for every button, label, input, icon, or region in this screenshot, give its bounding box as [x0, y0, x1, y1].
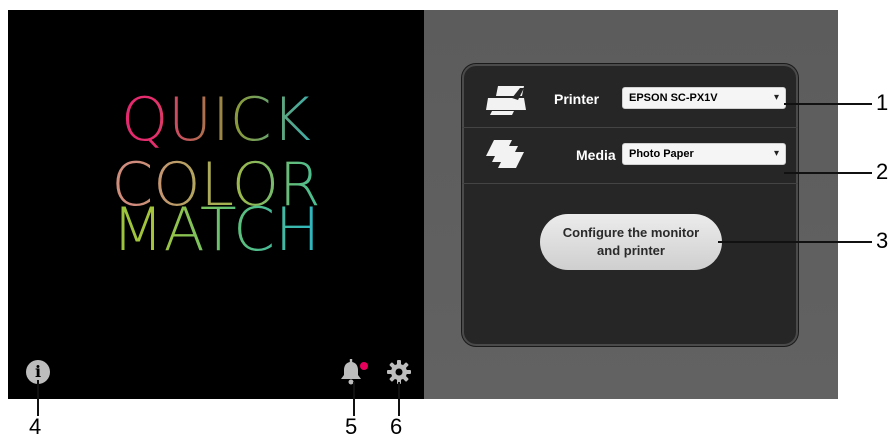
info-glyph: i: [34, 362, 42, 381]
printer-label: Printer: [554, 91, 600, 107]
callout-line-5: [353, 382, 355, 416]
media-row: Media Photo Paper ▾: [462, 128, 798, 184]
callout-number-5: 5: [345, 414, 358, 439]
callout-number-1: 1: [876, 90, 889, 115]
logo-line-quick: QUICK: [8, 90, 424, 150]
logo-line-match: MATCH: [8, 200, 424, 260]
chevron-down-icon: ▾: [773, 92, 779, 103]
printer-row: Printer EPSON SC-PX1V ▾: [462, 72, 798, 128]
callout-line-6: [398, 382, 400, 416]
configure-button-line2: and printer: [597, 243, 665, 258]
logo-panel: QUICK COLOR MATCH: [8, 10, 424, 399]
printer-icon: [486, 86, 526, 115]
media-select-value: Photo Paper: [629, 148, 694, 160]
printer-select[interactable]: EPSON SC-PX1V ▾: [622, 87, 786, 109]
callout-line-4: [37, 380, 39, 416]
callout-number-2: 2: [876, 159, 889, 184]
callout-number-6: 6: [390, 414, 403, 439]
callout-number-3: 3: [876, 228, 889, 253]
configure-monitor-printer-button[interactable]: Configure the monitor and printer: [540, 214, 722, 270]
callout-line-1: [784, 103, 872, 105]
chevron-down-icon: ▾: [773, 148, 779, 159]
printer-select-value: EPSON SC-PX1V: [629, 92, 718, 104]
media-label: Media: [576, 147, 616, 163]
callout-number-4: 4: [29, 414, 42, 439]
callout-line-3: [718, 241, 872, 243]
media-select[interactable]: Photo Paper ▾: [622, 143, 786, 165]
notification-dot: [360, 362, 368, 370]
selection-card: Printer EPSON SC-PX1V ▾ Media Photo Pape…: [462, 64, 798, 346]
configure-button-line1: Configure the monitor: [562, 225, 700, 240]
media-paper-icon: [486, 140, 524, 168]
callout-line-2: [784, 172, 872, 174]
